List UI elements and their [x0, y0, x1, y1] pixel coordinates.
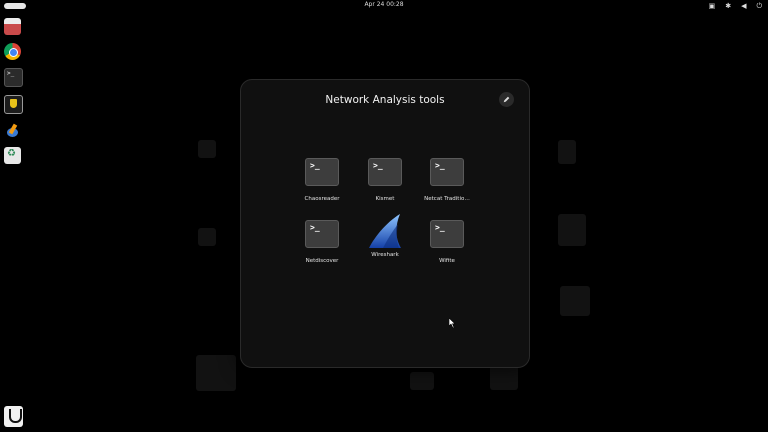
kali-app-grid-icon[interactable]: [4, 406, 23, 427]
files-icon[interactable]: [4, 18, 21, 35]
network-icon[interactable]: ▣: [709, 2, 716, 10]
background-app-icon: [558, 140, 576, 164]
vault-icon[interactable]: [4, 95, 23, 114]
app-label: Kismet: [375, 196, 395, 202]
system-tray[interactable]: ▣ ✱ ◀ ⏻: [709, 2, 762, 10]
paint-icon[interactable]: [4, 122, 21, 139]
background-folder-icon: [560, 286, 590, 316]
app-wifite[interactable]: >_ Wifite: [412, 220, 482, 264]
app-wireshark[interactable]: Wireshark: [350, 214, 420, 258]
app-folder-dialog: Network Analysis tools >_ Chaosreader >_…: [240, 79, 530, 368]
terminal-app-icon: >_: [368, 158, 402, 186]
background-app-icon: [198, 228, 216, 246]
dash: [4, 18, 23, 164]
background-app-icon: [490, 366, 518, 390]
power-icon[interactable]: ⏻: [756, 2, 762, 10]
edit-folder-button[interactable]: [499, 92, 514, 107]
app-label: Netcat Traditio…: [424, 196, 470, 202]
app-kismet[interactable]: >_ Kismet: [350, 158, 420, 202]
app-label: Wireshark: [371, 252, 399, 258]
terminal-app-icon: >_: [305, 220, 339, 248]
wireshark-icon: [365, 212, 405, 250]
app-label: Chaosreader: [304, 196, 340, 202]
terminal-app-icon: >_: [430, 220, 464, 248]
mouse-cursor-icon: [449, 318, 456, 328]
app-netcat[interactable]: >_ Netcat Traditio…: [412, 158, 482, 202]
trash-icon[interactable]: [4, 147, 21, 164]
app-chaosreader[interactable]: >_ Chaosreader: [287, 158, 357, 202]
background-app-icon: [410, 372, 434, 390]
terminal-icon[interactable]: [4, 68, 23, 87]
bluetooth-icon[interactable]: ✱: [725, 2, 731, 10]
pencil-icon: [503, 96, 510, 103]
folder-title[interactable]: Network Analysis tools: [241, 94, 529, 106]
background-app-icon: [198, 140, 216, 158]
background-folder-icon: [196, 355, 236, 391]
app-netdiscover[interactable]: >_ Netdiscover: [287, 220, 357, 264]
app-label: Wifite: [439, 258, 455, 264]
terminal-app-icon: >_: [305, 158, 339, 186]
chrome-icon[interactable]: [4, 43, 21, 60]
background-app-icon: [558, 214, 586, 246]
clock[interactable]: Apr 24 00:28: [0, 1, 768, 8]
app-label: Netdiscover: [305, 258, 339, 264]
volume-icon[interactable]: ◀: [741, 2, 746, 10]
terminal-app-icon: >_: [430, 158, 464, 186]
top-bar: Apr 24 00:28 ▣ ✱ ◀ ⏻: [0, 0, 768, 12]
